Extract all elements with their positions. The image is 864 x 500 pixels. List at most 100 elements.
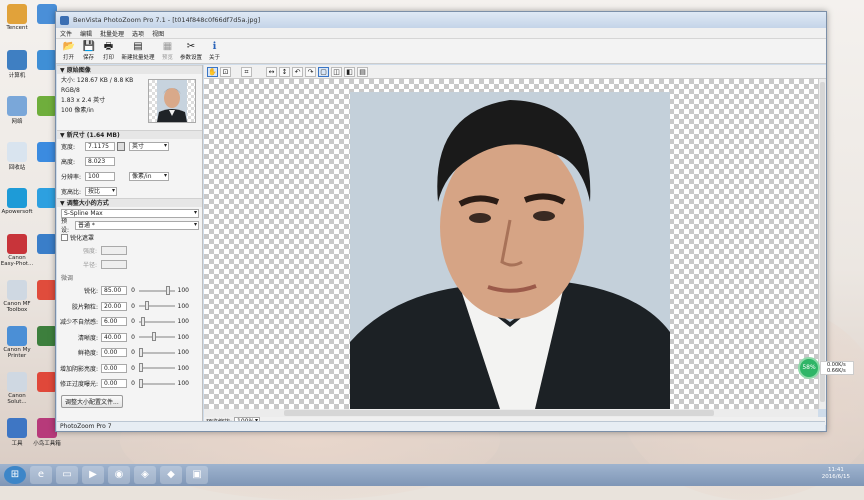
slider-max: 100 xyxy=(177,333,189,341)
desktop-icon[interactable]: Tencent xyxy=(0,4,34,31)
start-button[interactable]: ⊞ xyxy=(4,466,26,484)
desktop-icon[interactable]: 工具 xyxy=(0,418,34,447)
width-input[interactable]: 7.1175 xyxy=(85,142,115,151)
clock[interactable]: 11:41 2016/6/15 xyxy=(822,467,850,481)
slider-thumb[interactable] xyxy=(139,347,143,357)
photozoom-taskbar-icon[interactable]: ▣ xyxy=(186,466,208,484)
app3-taskbar-icon[interactable]: ◆ xyxy=(160,466,182,484)
menu-options[interactable]: 选项 xyxy=(132,29,144,38)
ie-taskbar-icon[interactable]: e xyxy=(30,466,52,484)
preview-canvas[interactable] xyxy=(204,79,818,409)
menu-view[interactable]: 视图 xyxy=(152,29,164,38)
title-bar[interactable]: BenVista PhotoZoom Pro 7.1 - [t014f848c0… xyxy=(56,12,826,28)
aspect-select[interactable]: 按比 xyxy=(85,186,117,196)
new-batch-label: 新建批量处理 xyxy=(121,55,155,61)
slider-track[interactable] xyxy=(139,285,175,295)
radius-input[interactable] xyxy=(101,259,127,269)
menu-batch[interactable]: 批量处理 xyxy=(100,29,124,38)
vertical-scrollbar[interactable] xyxy=(818,79,826,409)
desktop-icon[interactable]: Apowersoft xyxy=(0,188,34,215)
horizontal-scrollbar[interactable] xyxy=(204,409,818,417)
print-button[interactable]: 🖶 打印 xyxy=(99,41,118,61)
desktop-app-icon xyxy=(37,4,57,24)
desktop-icon[interactable]: Canon Easy-Phot... xyxy=(0,234,34,267)
slider-thumb[interactable] xyxy=(139,378,143,388)
slider-value-input[interactable]: 20.00 xyxy=(101,301,127,311)
settings-button[interactable]: ✂ 参数设置 xyxy=(178,41,204,61)
app1-taskbar-icon[interactable]: ◉ xyxy=(108,466,130,484)
network-gauge[interactable]: 58% xyxy=(798,357,820,379)
resolution-unit-select[interactable]: 像素/in xyxy=(129,172,169,181)
desktop-app-icon xyxy=(37,96,57,116)
menu-file[interactable]: 文件 xyxy=(60,29,72,38)
desktop-icon[interactable]: Canon My Printer xyxy=(0,326,34,359)
preview-button[interactable]: ▦ 预览 xyxy=(158,41,177,61)
about-button[interactable]: ℹ 关于 xyxy=(205,41,224,61)
settings-panel: ▼ 原始图像 大小: 128.67 KB / 8.8 KB RGB/8 1.83… xyxy=(57,65,203,421)
slider-track[interactable] xyxy=(139,301,175,311)
desktop-icon-label: Tencent xyxy=(6,25,28,31)
algorithm-select[interactable]: S-Spline Max xyxy=(61,208,199,218)
slider-value-input[interactable]: 6.00 xyxy=(101,317,127,327)
slider-thumb[interactable] xyxy=(166,285,171,295)
desktop-icon[interactable]: 回收站 xyxy=(0,142,34,171)
fine-tune-sliders: 锐化: 85.00 0 100 胶片颗粒: 20.00 0 100 减少不自然感: 6.00 0 10… xyxy=(57,283,202,392)
menu-edit[interactable]: 编辑 xyxy=(80,29,92,38)
rotate-left-icon[interactable]: ↶ xyxy=(292,66,303,77)
original-section-header[interactable]: ▼ 原始图像 xyxy=(57,65,202,74)
single-view-icon[interactable]: ▢ xyxy=(318,66,329,77)
slider-track[interactable] xyxy=(139,347,175,357)
method-section-header[interactable]: ▼ 调整大小的方式 xyxy=(57,198,202,207)
unit-select[interactable]: 英寸 xyxy=(129,142,169,151)
constrain-link-icon[interactable] xyxy=(117,142,125,151)
open-button[interactable]: 📂 打开 xyxy=(59,41,78,61)
media-taskbar-icon[interactable]: ▶ xyxy=(82,466,104,484)
slider-track[interactable] xyxy=(139,363,175,373)
explorer-taskbar-icon[interactable]: ▭ xyxy=(56,466,78,484)
save-button[interactable]: 💾 保存 xyxy=(79,41,98,61)
slider-track[interactable] xyxy=(139,316,175,326)
slider-value-input[interactable]: 40.00 xyxy=(101,332,127,342)
fit-width-icon[interactable]: ↔ xyxy=(266,66,277,77)
new-batch-button[interactable]: ▤ 新建批量处理 xyxy=(119,41,157,61)
slider-track[interactable] xyxy=(139,332,175,342)
preset-select[interactable]: 普通 * xyxy=(75,220,199,230)
resolution-input[interactable]: 100 xyxy=(85,172,115,181)
slider-thumb[interactable] xyxy=(151,332,156,342)
desktop-icon[interactable]: 网络 xyxy=(0,96,34,125)
fit-height-icon[interactable]: ↕ xyxy=(279,66,290,77)
desktop-icon-label: Canon MF Toolbox xyxy=(3,301,31,313)
thumbnail-portrait xyxy=(157,80,187,122)
slider-value-input[interactable]: 85.00 xyxy=(101,286,127,296)
crop-tool-icon[interactable]: ⌗ xyxy=(241,66,252,77)
dual-view-icon[interactable]: ◧ xyxy=(344,66,355,77)
zoom-tool-icon[interactable]: ⊡ xyxy=(220,66,231,77)
newsize-section-header[interactable]: ▼ 新尺寸 (1.64 MB) xyxy=(57,130,202,139)
fine-tune-label: 微调 xyxy=(61,274,74,282)
print-icon: 🖶 xyxy=(103,41,114,52)
app-icon xyxy=(60,15,69,25)
strength-input[interactable] xyxy=(101,245,127,255)
resize-profile-button[interactable]: 调整大小配置文件... xyxy=(61,394,123,408)
quad-view-icon[interactable]: ▤ xyxy=(357,66,368,77)
slider-thumb[interactable] xyxy=(139,363,143,373)
height-input[interactable]: 8.023 xyxy=(85,157,115,166)
thumbnail-image[interactable] xyxy=(148,79,196,123)
slider-value-input[interactable]: 0.00 xyxy=(101,363,127,373)
rotate-right-icon[interactable]: ↷ xyxy=(305,66,316,77)
clock-time: 11:41 xyxy=(827,467,844,473)
slider-value-input[interactable]: 0.00 xyxy=(101,348,127,358)
desktop-icon[interactable]: Canon MF Toolbox xyxy=(0,280,34,313)
desktop-icon[interactable]: Canon Solut... xyxy=(0,372,34,405)
slider-thumb[interactable] xyxy=(140,316,145,326)
split-view-icon[interactable]: ◫ xyxy=(331,66,342,77)
desktop-icon[interactable]: 计算机 xyxy=(0,50,34,79)
portrait-image xyxy=(350,92,670,409)
slider-value-input[interactable]: 0.00 xyxy=(101,379,127,389)
app2-taskbar-icon[interactable]: ◈ xyxy=(134,466,156,484)
slider-track[interactable] xyxy=(139,378,175,388)
sharpen-mask-checkbox[interactable] xyxy=(61,233,68,241)
slider-thumb[interactable] xyxy=(145,301,150,311)
slider-min: 0 xyxy=(131,287,135,295)
hand-tool-icon[interactable]: ✋ xyxy=(207,66,218,77)
